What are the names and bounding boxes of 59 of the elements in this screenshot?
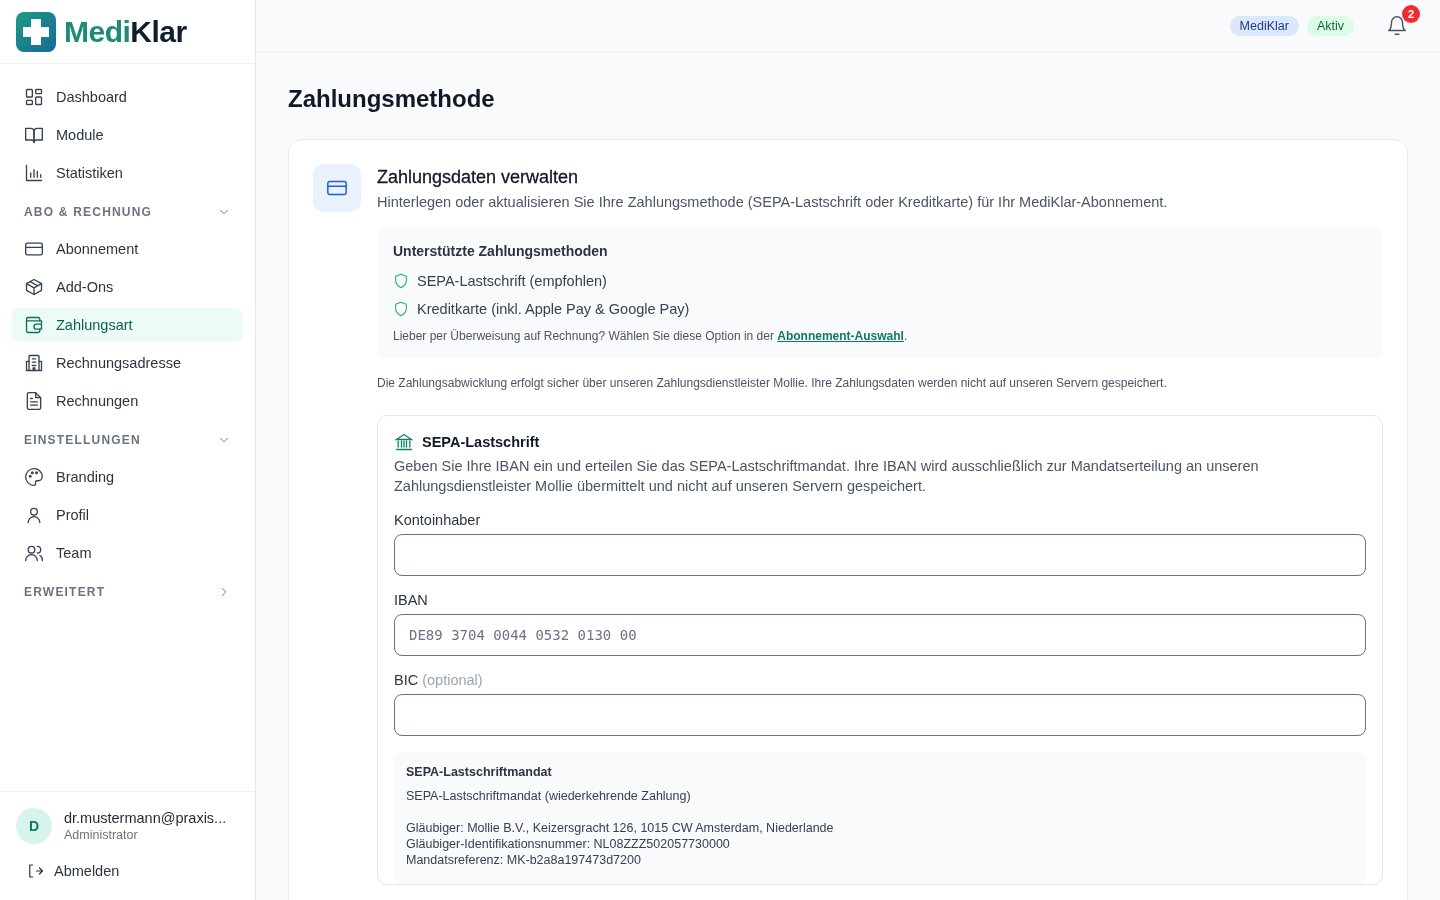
nav-item[interactable]: Rechnungen xyxy=(12,384,243,418)
section-heading: ABO & RECHNUNG xyxy=(24,205,153,219)
section-heading: ERWEITERT xyxy=(24,585,106,599)
nav-item[interactable]: Abonnement xyxy=(12,232,243,266)
nav-item[interactable]: Zahlungsart xyxy=(12,308,243,342)
status-badge: MediKlar xyxy=(1229,16,1299,36)
field-label: BIC (optional) xyxy=(394,672,484,688)
user-email: dr.mustermann@praxis... xyxy=(64,810,227,826)
box-icon xyxy=(24,277,44,297)
logout-link[interactable]: Abmelden xyxy=(16,862,239,880)
nav-item[interactable]: Statistiken xyxy=(12,156,243,190)
mandate-line: Gläubiger: Mollie B.V., Keizersgracht 126, 1015 CW Amsterdam, Niederlande xyxy=(406,820,835,836)
page-title: Zahlungsmethode xyxy=(288,85,496,113)
bar-chart-icon xyxy=(24,163,44,183)
input-field[interactable]: DE89 3704 0044 0532 0130 00 xyxy=(394,614,1366,656)
bell-icon[interactable] xyxy=(1386,15,1408,37)
logo-text: MediKlar xyxy=(64,14,187,49)
security-note: Die Zahlungsabwicklung erfolgt sicher über unseren Zahlungsdienstleister Mollie. Ihre Zahlungsdaten werden nicht auf unseren Servern gespeichert. xyxy=(377,376,1168,390)
shield-icon xyxy=(393,301,409,317)
medical-cross-logo-icon xyxy=(16,11,56,52)
info-title: Unterstützte Zahlungsmethoden xyxy=(393,243,609,259)
book-icon xyxy=(24,125,44,145)
sepa-description: Geben Sie Ihre IBAN ein und erteilen Sie das SEPA-Lastschriftmandat. Ihre IBAN wird ausschließlich zur Mandatserteilung an unseren Zahlungsdienstleister Mollie übermittelt und nicht auf unseren Servern gespeichert. xyxy=(394,457,1260,496)
nav-item[interactable]: Module xyxy=(12,118,243,152)
mandate-line: Gläubiger-Identifikationsnummer: NL08ZZZ502057730000 xyxy=(406,836,731,852)
mandate-title: SEPA-Lastschriftmandat xyxy=(406,764,553,780)
payment-method: SEPA-Lastschrift (empfohlen) xyxy=(417,273,607,289)
user-role: Administrator xyxy=(64,828,139,842)
users-icon xyxy=(24,543,44,563)
building-icon xyxy=(24,353,44,373)
nav-item[interactable]: Rechnungsadresse xyxy=(12,346,243,380)
wallet-icon xyxy=(24,315,44,335)
document-icon xyxy=(24,391,44,411)
nav-item[interactable]: Add-Ons xyxy=(12,270,243,304)
card-title: Zahlungsdaten verwalten xyxy=(377,167,580,188)
subscription-link[interactable]: Abonnement-Auswahl xyxy=(777,329,904,343)
notification-count: 2 xyxy=(1402,5,1420,23)
shield-icon xyxy=(393,273,409,289)
bank-icon xyxy=(394,432,414,452)
field-label: IBAN xyxy=(394,592,429,608)
logout-icon xyxy=(26,862,44,880)
card-description: Hinterlegen oder aktualisieren Sie Ihre Zahlungsmethode (SEPA-Lastschrift oder Kreditkarte) für Ihr MediKlar-Abonnement. xyxy=(377,194,1169,210)
mandate-subtitle: SEPA-Lastschriftmandat (wiederkehrende Zahlung) xyxy=(406,788,692,804)
nav-item[interactable]: Team xyxy=(12,536,243,570)
payment-method: Kreditkarte (inkl. Apple Pay & Google Pay) xyxy=(417,301,690,317)
user-avatar: D xyxy=(16,808,52,844)
nav-item[interactable]: Profil xyxy=(12,498,243,532)
nav-item[interactable]: Branding xyxy=(12,460,243,494)
sepa-title: SEPA-Lastschrift xyxy=(422,434,540,450)
grid-icon xyxy=(24,87,44,107)
field-label: Kontoinhaber xyxy=(394,512,482,528)
palette-icon xyxy=(24,467,44,487)
input-field[interactable] xyxy=(394,694,1366,736)
nav-item[interactable]: Dashboard xyxy=(12,80,243,114)
status-badge: Aktiv xyxy=(1306,16,1354,36)
mandate-line: Mandatsreferenz: MK-b2a8a197473d7200 xyxy=(406,852,642,868)
info-note: Lieber per Überweisung auf Rechnung? Wählen Sie diese Option in der Abonnement-Auswahl. xyxy=(393,329,909,343)
input-field[interactable] xyxy=(394,534,1366,576)
section-heading: EINSTELLUNGEN xyxy=(24,433,141,447)
